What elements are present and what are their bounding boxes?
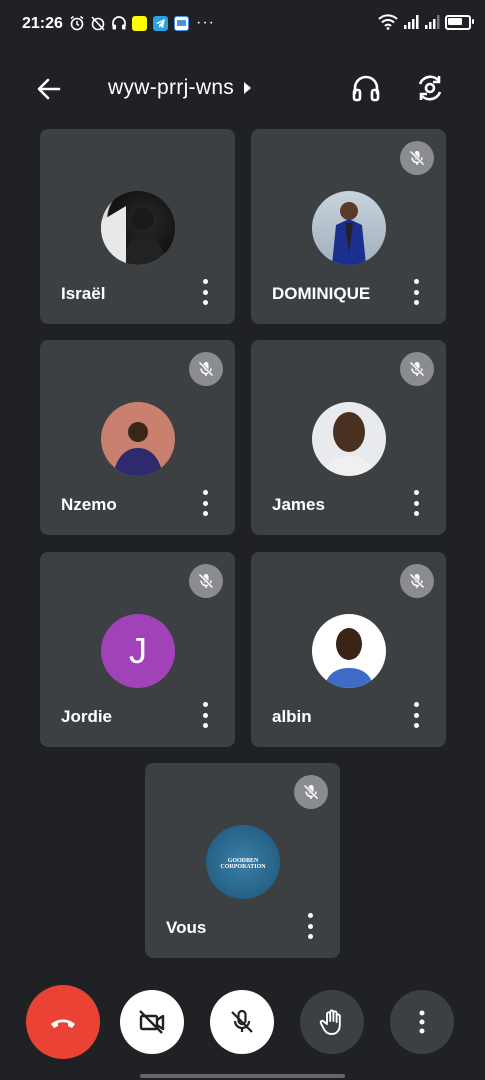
participant-options-button[interactable] [201,490,209,516]
gesture-bar [140,1074,345,1078]
mic-toggle-button[interactable] [210,990,274,1054]
end-call-button[interactable] [26,985,100,1059]
arrow-left-icon [37,78,61,100]
caret-right-icon [244,82,252,94]
more-vertical-icon [419,1010,425,1034]
signal-icon [425,15,440,29]
end-call-icon [51,1019,75,1028]
calendar-icon [173,15,190,32]
participant-tile[interactable]: albin [251,552,446,747]
mic-off-icon [400,141,434,175]
mic-off-icon [400,564,434,598]
alarm-icon [68,15,85,32]
participant-options-button[interactable] [412,490,420,516]
battery-icon [445,14,474,30]
system-icons [378,14,474,30]
participant-options-button[interactable] [306,913,314,939]
back-button[interactable] [34,74,64,104]
mic-off-icon [294,775,328,809]
participant-name: Vous [166,918,207,937]
mic-off-icon [189,564,223,598]
meeting-code-button[interactable]: wyw-prrj-wns [108,76,252,100]
avatar [312,402,386,476]
avatar: J [101,614,175,688]
hand-icon [319,1009,341,1035]
telegram-icon [152,15,169,32]
avatar [101,191,175,265]
headphones-icon [352,75,380,102]
participant-name: Jordie [61,707,113,726]
mic-off-icon [189,352,223,386]
alarm-off-icon [89,15,106,32]
participant-options-button[interactable] [201,702,209,728]
participant-name: Israël [61,284,106,303]
status-time: 21:26 [22,15,63,32]
participant-name: Nzemo [61,495,117,514]
call-controls [0,980,485,1070]
participant-options-button[interactable] [412,279,420,305]
logo-text: CORPORATION [220,864,266,870]
wifi-icon [378,14,398,30]
participant-options-button[interactable] [201,279,209,305]
meeting-header: wyw-prrj-wns [0,60,485,116]
snapchat-icon [131,15,148,32]
raise-hand-button[interactable] [300,990,364,1054]
avatar [312,191,386,265]
self-tile[interactable]: GOODBEN CORPORATION Vous [145,763,340,958]
company-logo: GOODBEN CORPORATION [206,825,280,899]
participant-options-button[interactable] [412,702,420,728]
meeting-code: wyw-prrj-wns [108,76,235,99]
participant-tile[interactable]: James [251,340,446,535]
camera-toggle-button[interactable] [120,990,184,1054]
status-bar: 21:26 ··· [0,0,485,50]
avatar [101,402,175,476]
mic-off-icon [400,352,434,386]
participant-tile[interactable]: Nzemo [40,340,235,535]
switch-camera-button[interactable] [414,72,446,104]
avatar [312,614,386,688]
camera-off-icon [139,1010,165,1034]
switch-camera-icon [418,75,442,101]
participant-tile[interactable]: J Jordie [40,552,235,747]
participant-name: albin [272,707,312,726]
participant-tile[interactable]: DOMINIQUE [251,129,446,324]
notification-icons: ··· [68,14,215,32]
participant-name: DOMINIQUE [272,284,371,303]
more-notifications: ··· [196,14,215,31]
mic-off-icon [231,1009,253,1033]
signal-icon [404,15,419,29]
participant-tile[interactable]: Israël [40,129,235,324]
audio-output-button[interactable] [350,72,382,104]
headset-icon [110,15,127,32]
more-options-button[interactable] [390,990,454,1054]
participant-name: James [272,495,325,514]
avatar-initial: J [129,630,147,671]
